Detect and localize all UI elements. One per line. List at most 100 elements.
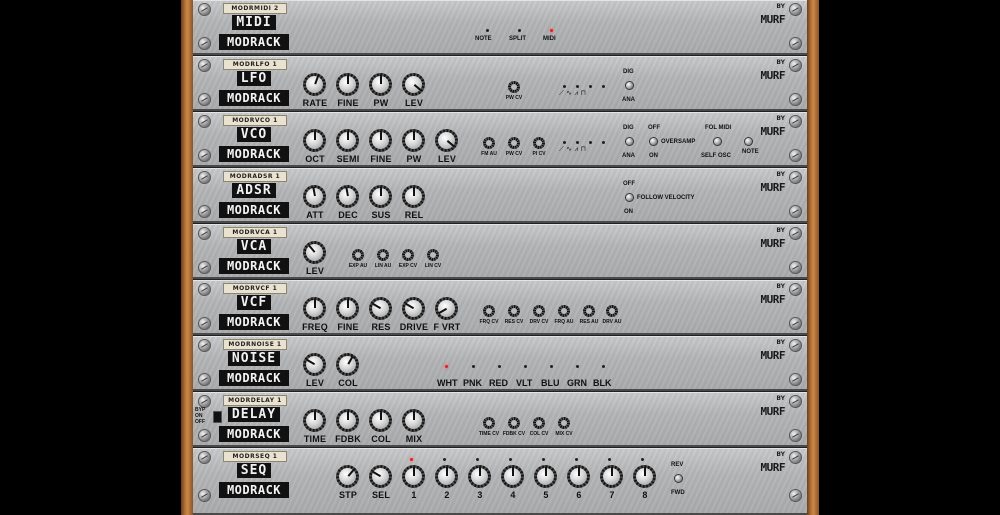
knob-fine[interactable] xyxy=(336,73,359,96)
direction-toggle[interactable] xyxy=(675,475,682,482)
knob-col[interactable] xyxy=(369,409,392,432)
right-wood-cheek xyxy=(807,0,819,515)
screw-icon xyxy=(790,396,801,407)
cv-label: FRQ CV xyxy=(479,319,499,325)
cv-knob-res-au[interactable] xyxy=(583,305,595,317)
screw-icon xyxy=(199,396,210,407)
knob-fine[interactable] xyxy=(369,129,392,152)
led-color-grn[interactable] xyxy=(576,365,579,368)
knob-semi[interactable] xyxy=(336,129,359,152)
led-wave-4[interactable] xyxy=(602,141,605,144)
knob-step-4[interactable] xyxy=(501,465,524,488)
knob-sus[interactable] xyxy=(369,185,392,208)
cv-knob-lin-cv[interactable] xyxy=(427,249,439,261)
mode-label-split: SPLIT xyxy=(509,36,527,42)
screw-icon xyxy=(199,60,210,71)
dig-ana-toggle[interactable] xyxy=(626,82,633,89)
cv-knob-frq-cv[interactable] xyxy=(483,305,495,317)
cv-knob-col[interactable] xyxy=(533,417,545,429)
follow-velocity-toggle[interactable] xyxy=(626,194,633,201)
cv-knob-fm[interactable] xyxy=(483,137,495,149)
cv-knob-pw[interactable] xyxy=(508,137,520,149)
knob-step-5[interactable] xyxy=(534,465,557,488)
led-wave-1[interactable] xyxy=(563,141,566,144)
cv-knob-pi[interactable] xyxy=(533,137,545,149)
led-wave-2[interactable] xyxy=(576,85,579,88)
cv-knob-exp-au[interactable] xyxy=(352,249,364,261)
knob-label: F VRT xyxy=(433,322,461,332)
knob-pw[interactable] xyxy=(369,73,392,96)
led-color-pnk[interactable] xyxy=(472,365,475,368)
left-wood-cheek xyxy=(181,0,193,515)
color-label-grn: GRN xyxy=(567,378,587,388)
cv-knob-frq-au[interactable] xyxy=(558,305,570,317)
screw-icon xyxy=(790,94,801,105)
led-color-blu[interactable] xyxy=(550,365,553,368)
dig-ana-toggle[interactable] xyxy=(626,138,633,145)
led-wave-2[interactable] xyxy=(576,141,579,144)
led-color-vlt[interactable] xyxy=(524,365,527,368)
led-split[interactable] xyxy=(518,29,521,32)
led-midi[interactable] xyxy=(550,29,553,32)
cv-knob-drv-cv[interactable] xyxy=(533,305,545,317)
knob-step-1[interactable] xyxy=(402,465,425,488)
knob-res[interactable] xyxy=(369,297,392,320)
knob-step-8[interactable] xyxy=(633,465,656,488)
knob-rate[interactable] xyxy=(303,73,326,96)
knob-lev[interactable] xyxy=(435,129,458,152)
led-wave-1[interactable] xyxy=(563,85,566,88)
screw-icon xyxy=(199,94,210,105)
led-color-red[interactable] xyxy=(498,365,501,368)
bypass-label: BYP ON OFF xyxy=(195,407,206,425)
led-wave-4[interactable] xyxy=(602,85,605,88)
cv-knob-pw[interactable] xyxy=(508,81,520,93)
module-name: VCO xyxy=(219,127,289,142)
led-wave-3[interactable] xyxy=(589,141,592,144)
modrack-label: MODRACK xyxy=(219,34,289,50)
knob-time[interactable] xyxy=(303,409,326,432)
knob-drive[interactable] xyxy=(402,297,425,320)
screw-icon xyxy=(199,262,210,273)
cv-label: PI CV xyxy=(532,151,546,157)
knob-step-6[interactable] xyxy=(567,465,590,488)
cv-knob-lin-au[interactable] xyxy=(377,249,389,261)
knob-dec[interactable] xyxy=(336,185,359,208)
fol-midi-toggle[interactable] xyxy=(714,138,721,145)
led-note[interactable] xyxy=(486,29,489,32)
knob-step-2[interactable] xyxy=(435,465,458,488)
modular-rack: MODRMIDI 2 MIDI MODRACK BY MURF NOTE SPL… xyxy=(193,0,807,515)
knob-oct[interactable] xyxy=(303,129,326,152)
knob-rel[interactable] xyxy=(402,185,425,208)
cv-knob-mix[interactable] xyxy=(558,417,570,429)
screw-icon xyxy=(199,374,210,385)
led-color-blk[interactable] xyxy=(602,365,605,368)
knob-sel[interactable] xyxy=(369,465,392,488)
knob-col[interactable] xyxy=(336,353,359,376)
screw-icon xyxy=(199,318,210,329)
note-toggle[interactable] xyxy=(745,138,752,145)
murf-logo: MURF xyxy=(760,13,786,26)
cv-knob-time[interactable] xyxy=(483,417,495,429)
knob-pw[interactable] xyxy=(402,129,425,152)
oversamp-toggle[interactable] xyxy=(650,138,657,145)
knob-fine[interactable] xyxy=(336,297,359,320)
knob-freq[interactable] xyxy=(303,297,326,320)
knob-lev[interactable] xyxy=(402,73,425,96)
knob-fdbk[interactable] xyxy=(336,409,359,432)
knob-step-3[interactable] xyxy=(468,465,491,488)
ana-label: ANA xyxy=(622,97,635,103)
cv-knob-exp-cv[interactable] xyxy=(402,249,414,261)
cv-knob-res-cv[interactable] xyxy=(508,305,520,317)
knob-att[interactable] xyxy=(303,185,326,208)
knob-stp[interactable] xyxy=(336,465,359,488)
knob-mix[interactable] xyxy=(402,409,425,432)
led-wave-3[interactable] xyxy=(589,85,592,88)
knob-step-7[interactable] xyxy=(600,465,623,488)
knob-lev[interactable] xyxy=(303,241,326,264)
cv-knob-drv-au[interactable] xyxy=(606,305,618,317)
cv-knob-fdbk[interactable] xyxy=(508,417,520,429)
knob-f-vrt[interactable] xyxy=(435,297,458,320)
screw-icon xyxy=(790,284,801,295)
knob-lev[interactable] xyxy=(303,353,326,376)
led-color-wht[interactable] xyxy=(445,365,448,368)
